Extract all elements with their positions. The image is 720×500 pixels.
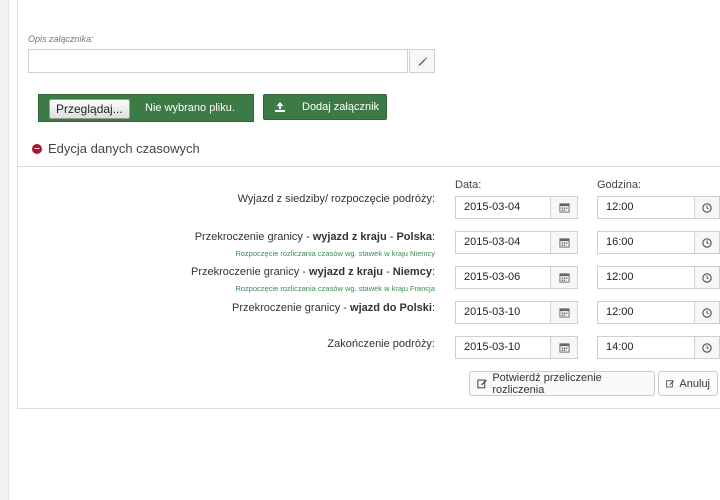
date-input-trip-end[interactable]: 2015-03-10 [455, 336, 551, 359]
no-file-text: Nie wybrano pliku. [145, 102, 235, 114]
time-section-toggle[interactable]: – Edycja danych czasowych [32, 141, 200, 156]
calendar-button[interactable] [550, 196, 578, 219]
clock-button[interactable] [694, 196, 720, 219]
date-input-border-exit-germany[interactable]: 2015-03-06 [455, 266, 551, 289]
clock-button[interactable] [694, 336, 720, 359]
cancel-button[interactable]: Anuluj [658, 371, 718, 396]
section-divider [17, 166, 720, 167]
confirm-recalculation-button[interactable]: Potwierdź przeliczenie rozliczenia [469, 371, 655, 396]
time-input-trip-end[interactable]: 14:00 [597, 336, 695, 359]
row-sub-border-exit-germany: Rozpoczęcie rozliczania czasów wg. stawe… [235, 284, 435, 293]
clock-icon [702, 202, 712, 213]
clock-icon [702, 342, 712, 353]
row-sub-border-exit-poland: Rozpoczęcie rozliczania czasów wg. stawe… [235, 249, 435, 258]
calendar-button[interactable] [550, 231, 578, 254]
add-attachment-button[interactable]: Dodaj załącznik [263, 94, 387, 120]
edit-icon [477, 379, 487, 389]
clock-icon [702, 307, 712, 318]
browse-button[interactable]: Przeglądaj... [49, 99, 130, 119]
clock-button[interactable] [694, 266, 720, 289]
upload-icon [275, 102, 285, 112]
time-input-border-exit-germany[interactable]: 12:00 [597, 266, 695, 289]
calendar-button[interactable] [550, 336, 578, 359]
time-column-header: Godzina: [597, 179, 642, 191]
calendar-icon [558, 203, 570, 213]
edit-icon [666, 380, 675, 388]
file-input[interactable]: Przeglądaj... Nie wybrano pliku. [38, 94, 254, 122]
row-label-border-exit-germany: Przekroczenie granicy - wyjazd z kraju -… [191, 266, 435, 278]
clock-icon [702, 237, 712, 248]
pencil-icon [418, 56, 427, 66]
calendar-button[interactable] [550, 266, 578, 289]
time-input-border-exit-poland[interactable]: 16:00 [597, 231, 695, 254]
attachment-description-input[interactable] [28, 49, 408, 73]
time-input-border-entry-poland[interactable]: 12:00 [597, 301, 695, 324]
time-section-title: Edycja danych czasowych [48, 141, 200, 156]
panel-bottom-border [17, 408, 720, 409]
add-attachment-label: Dodaj załącznik [302, 101, 380, 113]
cancel-label: Anuluj [679, 377, 710, 390]
row-label-border-entry-poland: Przekroczenie granicy - wjazd do Polski: [232, 302, 435, 314]
date-column-header: Data: [455, 179, 482, 191]
time-input-departure[interactable]: 12:00 [597, 196, 695, 219]
date-input-border-exit-poland[interactable]: 2015-03-04 [455, 231, 551, 254]
calendar-icon [558, 308, 570, 318]
row-label-trip-end: Zakończenie podróży: [327, 338, 435, 350]
clock-icon [702, 272, 712, 283]
clock-button[interactable] [694, 301, 720, 324]
date-input-departure[interactable]: 2015-03-04 [455, 196, 551, 219]
panel-left-border [17, 0, 18, 408]
confirm-recalculation-label: Potwierdź przeliczenie rozliczenia [492, 371, 602, 396]
calendar-icon [558, 273, 570, 283]
calendar-button[interactable] [550, 301, 578, 324]
row-label-border-exit-poland: Przekroczenie granicy - wyjazd z kraju -… [194, 231, 435, 243]
row-label-departure: Wyjazd z siedziby/ rozpoczęcie podróży: [237, 193, 435, 205]
calendar-icon [558, 238, 570, 248]
attachment-description-label: Opis załącznika: [28, 34, 94, 44]
edit-description-button[interactable] [409, 49, 435, 73]
date-input-border-entry-poland[interactable]: 2015-03-10 [455, 301, 551, 324]
calendar-icon [558, 343, 570, 353]
clock-button[interactable] [694, 231, 720, 254]
window-left-edge [0, 0, 9, 500]
minus-circle-icon: – [32, 143, 42, 154]
